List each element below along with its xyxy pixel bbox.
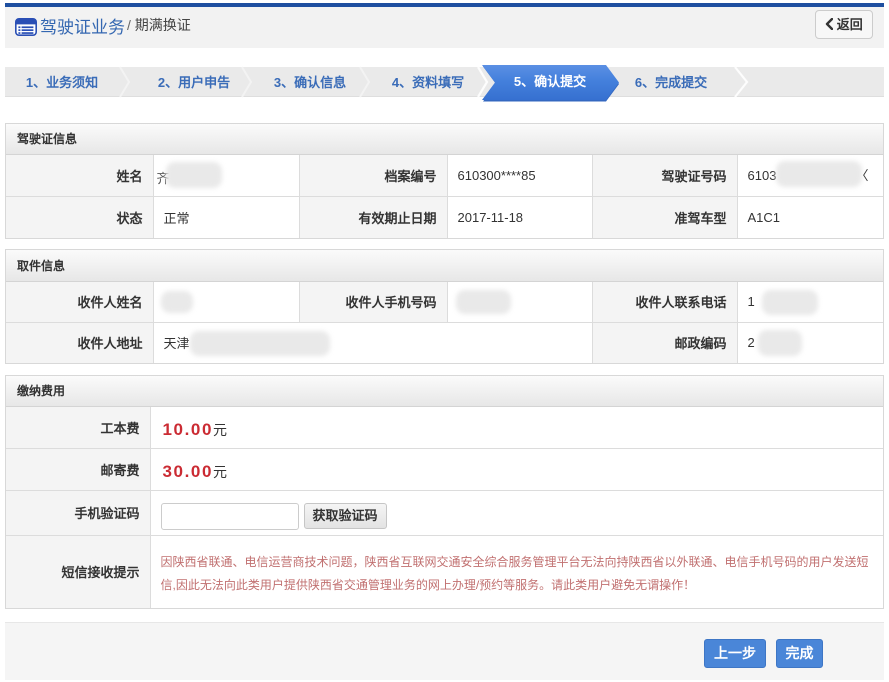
svg-text:4、资料填写: 4、资料填写: [392, 75, 464, 90]
svg-text:1、业务须知: 1、业务须知: [26, 75, 98, 90]
svg-text:6、完成提交: 6、完成提交: [635, 75, 707, 90]
svg-text:2、用户申告: 2、用户申告: [158, 75, 230, 90]
svg-text:5、确认提交: 5、确认提交: [514, 74, 586, 89]
svg-text:3、确认信息: 3、确认信息: [274, 75, 346, 90]
